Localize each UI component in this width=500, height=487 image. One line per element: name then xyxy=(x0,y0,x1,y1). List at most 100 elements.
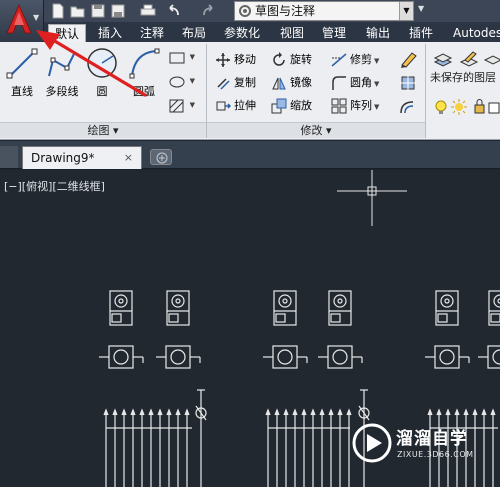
workspace-label: 草图与注释 xyxy=(255,4,316,18)
line-tool-label: 直线 xyxy=(11,85,33,98)
chevron-down-icon: ▾ xyxy=(325,124,332,137)
circle-tool-label: 圆 xyxy=(96,85,108,98)
bus-arrow xyxy=(472,408,478,416)
tab-annotate[interactable]: 注释 xyxy=(134,24,170,42)
polyline-tool-button[interactable]: 多段线 xyxy=(42,46,82,106)
offset-tool-button[interactable] xyxy=(398,96,422,116)
switch-circle xyxy=(277,349,293,365)
explode-tool-button[interactable] xyxy=(398,72,422,92)
fillet-tool-button[interactable]: 圆角 ▼ xyxy=(330,73,379,93)
mirror-tool-button[interactable]: 镜像 xyxy=(270,73,312,93)
chevron-down-icon: ▼ xyxy=(189,53,195,61)
tab-plugins[interactable]: 插件 xyxy=(403,24,439,42)
ribbon-tabs: 默认 插入 注释 布局 参数化 视图 管理 输出 插件 Autodes xyxy=(0,22,500,42)
chevron-down-icon: ▼ xyxy=(374,80,380,88)
bus-arrow xyxy=(175,408,181,416)
line-tool-button[interactable]: 直线 xyxy=(2,46,42,106)
play-logo-icon xyxy=(352,423,392,463)
switch-circle xyxy=(492,349,500,365)
tab-autodesk[interactable]: Autodes xyxy=(447,24,500,42)
cabinet-slot xyxy=(437,313,448,323)
document-tab[interactable]: Drawing9* × xyxy=(22,146,142,169)
bus-arrow xyxy=(103,408,109,416)
open-icon[interactable] xyxy=(70,3,86,19)
tab-insert[interactable]: 插入 xyxy=(92,24,128,42)
trim-tool-button[interactable]: 修剪 ▼ xyxy=(330,50,379,70)
cabinet-dial xyxy=(171,294,185,308)
draw-panel-title[interactable]: 绘图 ▾ xyxy=(0,122,206,138)
chevron-down-icon: ▼ xyxy=(33,13,40,22)
redo-icon[interactable] xyxy=(200,3,216,19)
layer-properties-button[interactable] xyxy=(432,48,454,68)
cabinet-dial-center xyxy=(337,298,343,304)
chevron-down-icon[interactable]: ▼ xyxy=(399,2,413,20)
tab-layout[interactable]: 布局 xyxy=(176,24,212,42)
chevron-down-icon: ▼ xyxy=(374,103,380,111)
save-as-icon[interactable] xyxy=(110,3,126,19)
undo-icon[interactable] xyxy=(166,3,182,19)
print-icon[interactable] xyxy=(140,3,156,19)
ribbon-panel: 直线 多段线 圆 圆弧 ▼ ▼ ▼ 绘图 ▾ 移动 旋转 修剪 ▼ 复制 镜像 … xyxy=(0,42,500,140)
file-tab-menu[interactable] xyxy=(0,146,18,168)
cabinet-dial xyxy=(440,294,454,308)
chevron-down-icon: ▾ xyxy=(112,124,119,137)
new-icon[interactable] xyxy=(50,3,66,19)
rotate-icon xyxy=(273,52,285,66)
layer-status-icons xyxy=(435,99,500,115)
array-icon xyxy=(331,98,347,114)
workspace-select[interactable]: 草图与注释 ▼ xyxy=(234,1,414,21)
bus-arrow xyxy=(301,408,307,416)
bus-arrow xyxy=(184,408,190,416)
new-tab-button[interactable] xyxy=(150,149,172,165)
close-icon[interactable]: × xyxy=(124,147,133,169)
layer-state-field[interactable]: 未保存的图层 xyxy=(430,68,500,88)
polyline-icon xyxy=(48,51,76,77)
save-icon[interactable] xyxy=(90,3,106,19)
cabinet-dial xyxy=(333,294,347,308)
panel-divider xyxy=(425,44,426,138)
mirror-icon xyxy=(272,77,286,90)
document-tab-bar: Drawing9* × xyxy=(0,141,500,169)
hatch-icon xyxy=(169,99,184,113)
bus-arrow xyxy=(337,408,343,416)
tab-default[interactable]: 默认 xyxy=(48,24,87,42)
chevron-down-icon: ▼ xyxy=(189,77,195,85)
circle-tool-button[interactable]: 圆 xyxy=(82,46,122,106)
layer-dropdown[interactable] xyxy=(432,96,500,116)
tab-output[interactable]: 输出 xyxy=(360,24,396,42)
layer-state-button[interactable] xyxy=(458,48,480,68)
move-icon xyxy=(216,53,230,67)
switch-symbol xyxy=(327,345,353,369)
switch-circle xyxy=(332,349,348,365)
erase-tool-button[interactable] xyxy=(398,48,422,68)
layer-stack-icon xyxy=(433,53,453,67)
rotate-tool-button[interactable]: 旋转 xyxy=(270,50,312,70)
tab-manage[interactable]: 管理 xyxy=(316,24,352,42)
bus-arrow xyxy=(436,408,442,416)
copy-tool-button[interactable]: 复制 xyxy=(214,73,256,93)
title-bar: 草图与注释 ▼ ▼ xyxy=(0,0,500,22)
application-menu-button[interactable]: ▼ xyxy=(0,0,44,42)
modify-panel-title[interactable]: 修改 ▾ xyxy=(207,122,425,138)
hatch-tool-button[interactable]: ▼ xyxy=(167,96,197,116)
bus-arrow xyxy=(319,408,325,416)
rectangle-tool-button[interactable]: ▼ xyxy=(167,48,197,68)
layer-extra-button[interactable] xyxy=(482,48,500,68)
array-tool-button[interactable]: 阵列 ▼ xyxy=(330,96,379,116)
switch-circle xyxy=(113,349,129,365)
stretch-tool-button[interactable]: 拉伸 xyxy=(214,96,256,116)
cabinet-slot xyxy=(111,313,122,323)
move-tool-button[interactable]: 移动 xyxy=(214,50,256,70)
chevron-down-icon: ▼ xyxy=(374,57,380,65)
tab-parametric[interactable]: 参数化 xyxy=(218,24,266,42)
tab-view[interactable]: 视图 xyxy=(274,24,310,42)
trim-icon xyxy=(331,53,347,67)
chevron-down-icon[interactable]: ▼ xyxy=(418,4,424,13)
bus-arrow xyxy=(490,408,496,416)
layer-edit-icon xyxy=(459,51,479,67)
cabinet-slot xyxy=(275,313,286,323)
scale-tool-button[interactable]: 缩放 xyxy=(270,96,312,116)
arc-tool-button[interactable]: 圆弧 xyxy=(124,46,164,106)
ellipse-tool-button[interactable]: ▼ xyxy=(167,72,197,92)
bus-arrow xyxy=(157,408,163,416)
